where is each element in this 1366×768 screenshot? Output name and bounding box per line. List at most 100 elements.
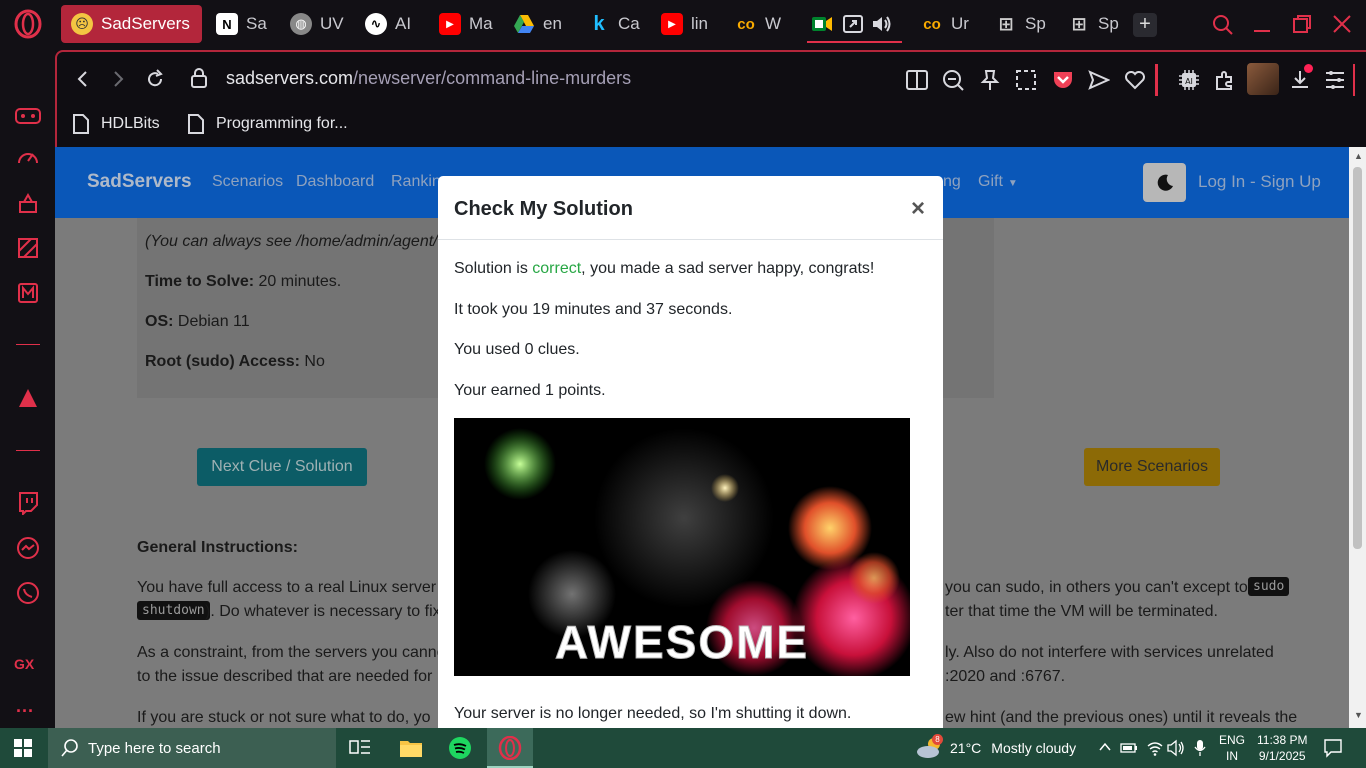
lock-icon[interactable] bbox=[187, 66, 211, 90]
task-view-icon[interactable] bbox=[349, 738, 371, 763]
next-clue-button[interactable]: Next Clue / Solution bbox=[197, 448, 367, 486]
opera-icon bbox=[498, 736, 522, 760]
mods-icon[interactable] bbox=[12, 277, 44, 309]
restore-window-icon[interactable] bbox=[1292, 14, 1312, 39]
minimize-window-icon[interactable] bbox=[1252, 14, 1272, 39]
gx-label[interactable]: GX bbox=[14, 656, 34, 672]
heart-icon[interactable] bbox=[1123, 68, 1147, 92]
dark-mode-toggle[interactable] bbox=[1143, 163, 1186, 202]
aria-ai-icon[interactable] bbox=[12, 382, 44, 414]
tab-notion[interactable]: N Sa bbox=[216, 5, 271, 43]
nav-partial[interactable]: ng bbox=[943, 173, 961, 191]
google-drive-icon bbox=[513, 13, 535, 35]
pocket-icon[interactable] bbox=[1051, 68, 1075, 92]
time-taken: It took you 19 minutes and 37 seconds. bbox=[454, 301, 733, 318]
toolbar-edge bbox=[1353, 64, 1355, 96]
nav-scenarios[interactable]: Scenarios bbox=[212, 173, 283, 191]
modal-close-button[interactable]: × bbox=[911, 195, 925, 223]
modal-title: Check My Solution bbox=[454, 198, 633, 220]
microphone-icon[interactable] bbox=[1193, 739, 1207, 762]
para1-right: you can sudo, in others you can't except… bbox=[945, 579, 1248, 596]
ai-chip-icon[interactable]: AI bbox=[1177, 68, 1201, 92]
check-solution-modal: Check My Solution × Solution is correct,… bbox=[438, 176, 943, 736]
profile-avatar[interactable] bbox=[1247, 63, 1279, 95]
grid-icon: ⊞ bbox=[998, 13, 1014, 34]
chevron-up-icon[interactable] bbox=[1098, 740, 1112, 757]
whatsapp-icon[interactable] bbox=[12, 577, 44, 609]
speedometer-icon[interactable] bbox=[12, 143, 44, 175]
windows-taskbar: Type here to search 8 21°C Mostly cloudy … bbox=[0, 728, 1366, 768]
notifications-icon[interactable] bbox=[1323, 738, 1343, 763]
scrollbar-thumb[interactable] bbox=[1353, 167, 1362, 549]
nav-ranking[interactable]: Rankin bbox=[391, 173, 441, 191]
para1-left: You have full access to a real Linux ser… bbox=[137, 579, 446, 596]
wave-icon: ∿ bbox=[365, 13, 387, 35]
tab-ai[interactable]: ∿ AI bbox=[365, 5, 420, 43]
send-icon[interactable] bbox=[1087, 68, 1111, 92]
pin-icon[interactable] bbox=[978, 68, 1002, 92]
root-access: Root (sudo) Access: No bbox=[145, 353, 325, 370]
google-meet-icon bbox=[811, 13, 833, 35]
sidebar-divider bbox=[16, 344, 40, 345]
forward-icon[interactable] bbox=[106, 67, 130, 91]
bookmark-programming[interactable]: Programming for... bbox=[188, 114, 348, 134]
scroll-up-icon[interactable]: ▲ bbox=[1354, 151, 1363, 161]
gaming-controller-icon[interactable] bbox=[12, 100, 44, 132]
tab-sp-1[interactable]: ⊞ Sp bbox=[995, 5, 1050, 43]
battery-icon[interactable] bbox=[1120, 740, 1138, 761]
wallpaper-icon[interactable] bbox=[12, 232, 44, 264]
zoom-out-icon[interactable] bbox=[941, 68, 965, 92]
spotify-icon[interactable] bbox=[449, 737, 471, 764]
tab-youtube-1[interactable]: ▶ Ma bbox=[439, 5, 494, 43]
tab-sp-2[interactable]: ⊞ Sp bbox=[1068, 5, 1123, 43]
reload-icon[interactable] bbox=[143, 67, 167, 91]
input-language[interactable]: ENG IN bbox=[1219, 732, 1245, 764]
bookmark-hdlbits[interactable]: HDLBits bbox=[73, 114, 160, 134]
para3-left: If you are stuck or not sure what to do,… bbox=[137, 709, 431, 726]
back-icon[interactable] bbox=[71, 67, 95, 91]
tab-colab-2[interactable]: co Ur bbox=[921, 5, 976, 43]
tab-kaggle[interactable]: k Ca bbox=[588, 5, 643, 43]
nav-dashboard[interactable]: Dashboard bbox=[296, 173, 374, 191]
wifi-icon[interactable] bbox=[1146, 739, 1164, 762]
tab-globe[interactable]: ◍ UV bbox=[290, 5, 345, 43]
sidebar-more-icon[interactable]: ... bbox=[16, 696, 34, 717]
clock[interactable]: 11:38 PM 9/1/2025 bbox=[1257, 732, 1307, 764]
tab-strip: ☹ SadServers N Sa ◍ UV ∿ AI ▶ Ma en k Ca… bbox=[55, 0, 1366, 50]
scroll-down-icon[interactable]: ▼ bbox=[1354, 710, 1363, 720]
tab-youtube-2[interactable]: ▶ lin bbox=[661, 5, 716, 43]
tab-colab-1[interactable]: co W bbox=[735, 5, 790, 43]
taskbar-search-box[interactable]: Type here to search bbox=[48, 728, 336, 768]
more-scenarios-button[interactable]: More Scenarios bbox=[1084, 448, 1220, 486]
signup-link[interactable]: Sign Up bbox=[1260, 172, 1320, 191]
split-screen-icon[interactable] bbox=[905, 68, 929, 92]
tab-sadservers[interactable]: ☹ SadServers bbox=[61, 5, 202, 43]
weather-text[interactable]: 21°C Mostly cloudy bbox=[950, 740, 1076, 756]
new-tab-button[interactable]: + bbox=[1133, 13, 1157, 37]
tab-meet-audio[interactable] bbox=[807, 5, 902, 43]
colab-icon: co bbox=[923, 15, 941, 33]
site-brand[interactable]: SadServers bbox=[87, 171, 192, 193]
volume-icon[interactable] bbox=[1166, 739, 1186, 762]
opera-logo-icon[interactable] bbox=[12, 8, 44, 40]
close-window-icon[interactable] bbox=[1332, 14, 1352, 39]
login-link[interactable]: Log In bbox=[1198, 172, 1245, 191]
twitch-icon[interactable] bbox=[12, 487, 44, 519]
snapshot-icon[interactable] bbox=[1014, 68, 1038, 92]
messenger-icon[interactable] bbox=[12, 532, 44, 564]
address-bar[interactable]: sadservers.com/newserver/command-line-mu… bbox=[226, 68, 631, 89]
nav-gift[interactable]: Gift ▼ bbox=[978, 173, 1018, 191]
easy-setup-icon[interactable] bbox=[1323, 68, 1347, 92]
bookmarks-bar: HDLBits Programming for... bbox=[55, 105, 1366, 147]
tab-drive[interactable]: en bbox=[513, 5, 568, 43]
opera-gx-taskbar-button[interactable] bbox=[487, 728, 533, 768]
file-explorer-icon[interactable] bbox=[399, 737, 423, 764]
search-tabs-icon[interactable] bbox=[1212, 14, 1234, 41]
moon-icon bbox=[1157, 174, 1173, 191]
auth-links: Log In - Sign Up bbox=[1198, 172, 1321, 191]
windows-start-icon[interactable] bbox=[14, 739, 32, 762]
page-scrollbar[interactable]: ▲ ▼ bbox=[1349, 147, 1366, 728]
para2-line2-left: to the issue described that are needed f… bbox=[137, 668, 433, 685]
gx-cleaner-icon[interactable] bbox=[12, 188, 44, 220]
extensions-icon[interactable] bbox=[1213, 68, 1237, 92]
